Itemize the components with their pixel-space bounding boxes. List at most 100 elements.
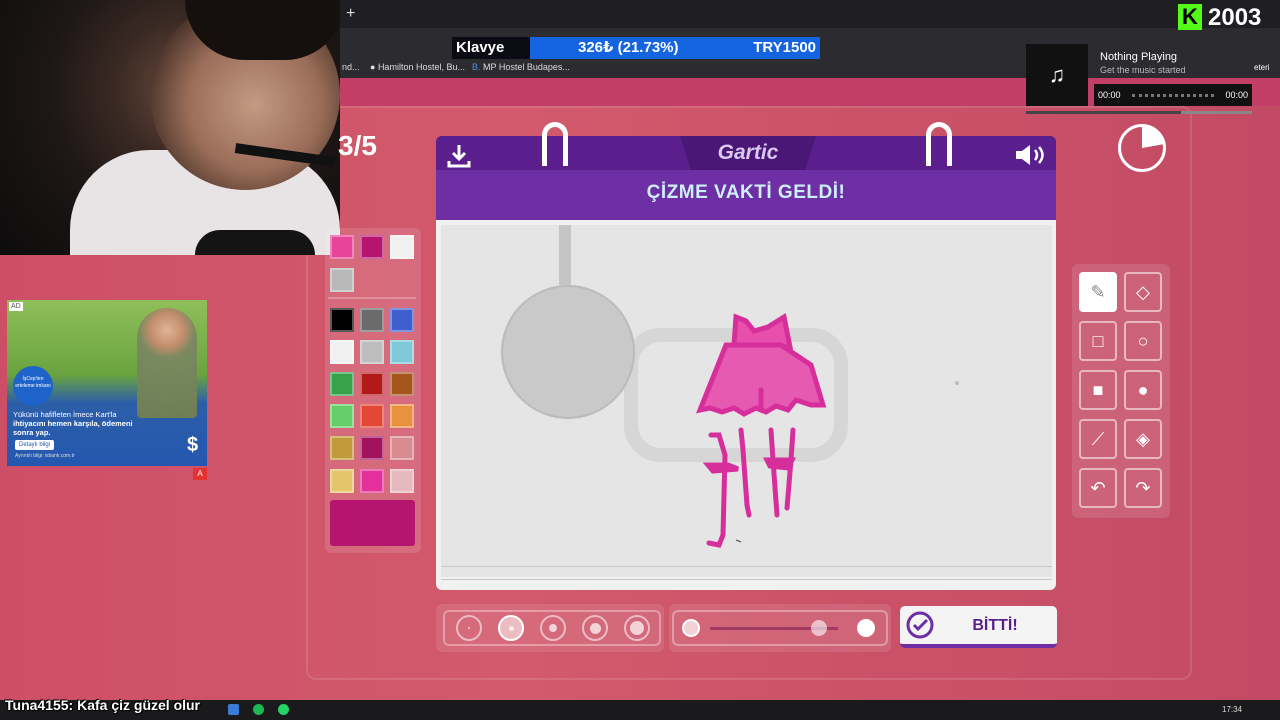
ad-headline-text: Yükünü hafifleten İmece Kart'la	[13, 410, 117, 419]
download-icon[interactable]	[446, 143, 472, 169]
kick-logo-icon: K	[1178, 4, 1202, 30]
music-seek-fill	[1026, 111, 1181, 114]
color-swatch[interactable]	[360, 469, 384, 493]
ad-headline: Yükünü hafifleten İmece Kart'la ihtiyacı…	[13, 410, 133, 437]
color-swatch[interactable]	[390, 469, 414, 493]
brush-size-option[interactable]	[540, 615, 566, 641]
drawing-canvas[interactable]	[441, 225, 1052, 577]
kick-follower-count: K 2003	[1178, 4, 1261, 34]
advertisement[interactable]: AD İşCep'ten erteleme imkanı Yükünü hafi…	[7, 300, 207, 466]
ad-details-button[interactable]: Detaylı bilgi	[15, 440, 55, 450]
gartic-logo: Gartic	[717, 141, 779, 164]
color-swatch[interactable]	[360, 404, 384, 428]
color-swatch[interactable]	[330, 235, 354, 259]
webcam-feed	[0, 0, 340, 255]
done-button-label[interactable]: BİTTİ!	[940, 617, 1050, 635]
color-swatch[interactable]	[330, 404, 354, 428]
rect-filled-icon: ■	[1092, 379, 1104, 400]
music-note-icon: ♫	[1026, 44, 1088, 106]
ad-person-image	[137, 308, 197, 418]
color-swatch[interactable]	[360, 340, 384, 364]
steam-icon[interactable]	[228, 704, 239, 715]
color-swatch[interactable]	[390, 308, 414, 332]
taskbar-clock: 17:34	[1222, 705, 1243, 714]
palette-divider	[328, 297, 416, 299]
opacity-handle[interactable]	[810, 620, 827, 636]
kick-count: 2003	[1208, 4, 1262, 31]
music-progress-track	[1132, 94, 1214, 100]
line-icon: ⟋	[1091, 428, 1105, 449]
spotify-icon[interactable]	[253, 704, 264, 715]
opacity-min-knob[interactable]	[682, 619, 700, 637]
music-time-start: 00:00	[1098, 90, 1121, 100]
goal-label: Klavye	[452, 37, 530, 59]
color-swatch[interactable]	[330, 469, 354, 493]
tool-line[interactable]: ⟋	[1079, 419, 1117, 459]
color-swatch[interactable]	[360, 436, 384, 460]
brush-size-option[interactable]	[498, 615, 524, 641]
bookmark-item[interactable]: nd...	[342, 62, 360, 72]
chat-username: Tuna4155	[5, 697, 69, 713]
color-swatch[interactable]	[360, 372, 384, 396]
color-swatch[interactable]	[330, 268, 354, 292]
tool-fill-bucket[interactable]: ◈	[1124, 419, 1162, 459]
webcam-headphones	[195, 230, 315, 255]
tool-circle-outline[interactable]: ○	[1124, 321, 1162, 361]
drawing-layer	[501, 225, 959, 548]
bookmark-overflow[interactable]: eteri	[1254, 63, 1270, 72]
check-badge-icon	[906, 611, 934, 639]
bookmark-item[interactable]: ● Hamilton Hostel, Bu...	[370, 62, 465, 72]
color-swatch[interactable]	[390, 372, 414, 396]
music-time-end: 00:00	[1225, 90, 1248, 100]
redo-icon: ↷	[1135, 477, 1151, 498]
color-swatch[interactable]	[390, 235, 414, 259]
ad-footer: Ayrıntılı bilgi: isbank.com.tr	[15, 453, 75, 459]
color-swatch[interactable]	[390, 340, 414, 364]
booking-icon: B.	[472, 62, 484, 72]
brush-size-option[interactable]	[456, 615, 482, 641]
sound-icon[interactable]	[1014, 143, 1048, 167]
rect-outline-icon: □	[1092, 330, 1104, 351]
tool-rect-outline[interactable]: □	[1079, 321, 1117, 361]
color-swatch[interactable]	[330, 340, 354, 364]
ad-badge: AD	[9, 302, 23, 311]
chat-message: Tuna4155: Kafa çiz güzel olur	[5, 697, 200, 713]
tool-pencil[interactable]: ✎	[1079, 272, 1117, 312]
timer-icon	[1118, 124, 1166, 172]
new-tab-button[interactable]: +	[346, 5, 355, 23]
ad-choices-icon[interactable]: A	[193, 468, 207, 480]
opacity-max-knob[interactable]	[857, 619, 875, 637]
ad-logo-icon: $	[187, 434, 199, 456]
color-swatch[interactable]	[330, 372, 354, 396]
color-swatch[interactable]	[360, 308, 384, 332]
tool-redo[interactable]: ↷	[1124, 468, 1162, 508]
binder-ring-right	[926, 122, 952, 166]
goal-progress: 326₺ (21.73%)	[578, 39, 679, 56]
brush-size-option[interactable]	[582, 615, 608, 641]
binder-ring-left	[542, 122, 568, 166]
color-swatch[interactable]	[330, 308, 354, 332]
tool-eraser[interactable]: ◇	[1124, 272, 1162, 312]
music-title: Nothing Playing	[1100, 51, 1178, 63]
round-counter: 3/5	[338, 130, 377, 161]
ad-circle-badge: İşCep'ten erteleme imkanı	[13, 366, 53, 406]
brush-size-option[interactable]	[624, 615, 650, 641]
whatsapp-icon[interactable]	[278, 704, 289, 715]
circle-filled-icon: ●	[1137, 379, 1149, 400]
color-swatch[interactable]	[390, 404, 414, 428]
tool-undo[interactable]: ↶	[1079, 468, 1117, 508]
ad-headline-strong: ihtiyacını hemen karşıla, ödemeni sonra …	[13, 419, 133, 437]
bookmark-item[interactable]: B. MP Hostel Budapes...	[472, 62, 570, 72]
music-progress: 00:00 00:00	[1094, 84, 1252, 106]
circle-outline-icon: ○	[1137, 330, 1149, 351]
music-subtitle: Get the music started	[1100, 65, 1186, 75]
color-swatch[interactable]	[390, 436, 414, 460]
goal-target: TRY1500	[753, 39, 816, 56]
undo-icon: ↶	[1090, 477, 1106, 498]
music-widget: ♫ Nothing Playing Get the music started …	[1026, 44, 1252, 106]
tool-rect-filled[interactable]: ■	[1079, 370, 1117, 410]
color-swatch[interactable]	[360, 235, 384, 259]
color-swatch[interactable]	[330, 436, 354, 460]
globe-icon: ●	[370, 62, 378, 72]
tool-circle-filled[interactable]: ●	[1124, 370, 1162, 410]
